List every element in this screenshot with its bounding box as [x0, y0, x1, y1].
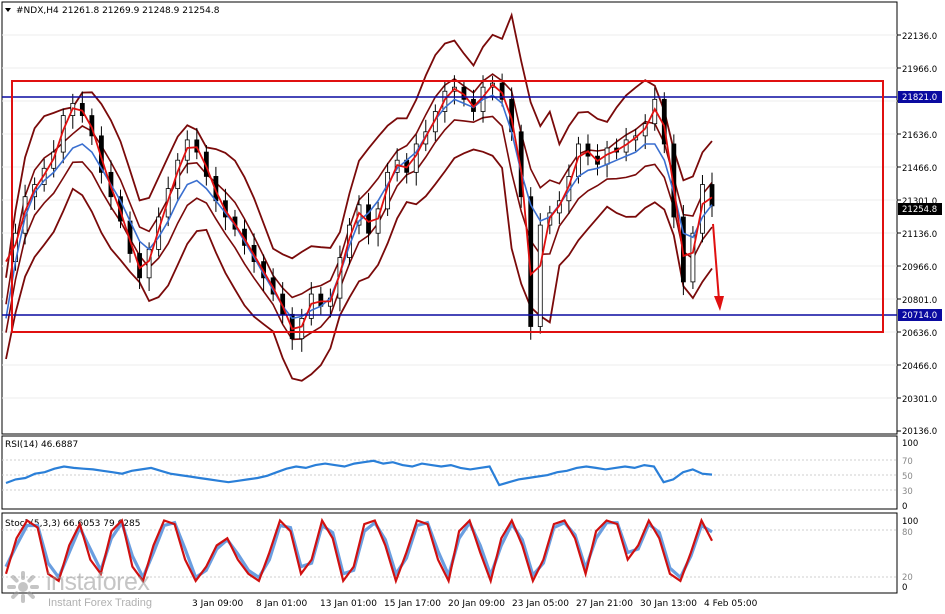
price-tick: 22136.0	[902, 32, 937, 42]
time-axis: 3 Jan 09:00 8 Jan 01:00 13 Jan 01:00 15 …	[192, 599, 758, 609]
rsi-title: RSI(14) 46.6887	[5, 440, 78, 450]
ohlc-label: 21261.8 21269.9 21248.9 21254.8	[62, 6, 220, 16]
rsi-tick: 50	[902, 472, 913, 482]
resistance-level-label: 21821.0	[898, 91, 942, 103]
rsi-tick: 0	[902, 502, 907, 512]
instaforex-logo-icon	[7, 571, 39, 603]
watermark-tagline: Instant Forex Trading	[48, 597, 152, 609]
instaforex-watermark: instaforex Instant Forex Trading	[6, 568, 186, 612]
chart-stage: #NDX,H4 21261.8 21269.9 21248.9 21254.8 …	[1, 1, 942, 609]
candle-body	[709, 184, 715, 207]
time-tick: 15 Jan 17:00	[384, 599, 441, 609]
price-tick: 20966.0	[902, 263, 937, 273]
price-tick: 21636.0	[902, 131, 937, 141]
rsi-tick: 100	[902, 439, 918, 449]
price-tick: 21136.0	[902, 230, 937, 240]
rsi-tick: 30	[902, 487, 913, 497]
stoch-axis: 100 80 20 0	[902, 517, 918, 593]
svg-text:21821.0: 21821.0	[902, 93, 937, 103]
time-tick: 3 Jan 09:00	[192, 599, 244, 609]
price-tick: 20801.0	[902, 296, 937, 306]
time-tick: 4 Feb 05:00	[704, 599, 758, 609]
stoch-tick: 20	[902, 573, 913, 583]
candle-body	[366, 204, 371, 234]
time-tick: 23 Jan 05:00	[512, 599, 569, 609]
current-price-label: 21254.8	[898, 203, 942, 215]
price-tick: 20636.0	[902, 329, 937, 339]
time-tick: 27 Jan 21:00	[576, 599, 633, 609]
svg-text:20714.0: 20714.0	[902, 311, 937, 321]
rsi-tick: 70	[902, 457, 913, 467]
symbol-label: #NDX,H4	[16, 6, 59, 16]
price-tick: 20136.0	[902, 427, 937, 437]
rsi-panel[interactable]	[1, 435, 898, 510]
price-tick: 21966.0	[902, 65, 937, 75]
time-tick: 13 Jan 01:00	[320, 599, 377, 609]
price-tick: 20466.0	[902, 362, 937, 372]
price-tick: 20301.0	[902, 395, 937, 405]
time-tick: 8 Jan 01:00	[256, 599, 308, 609]
watermark-name: instaforex	[46, 568, 150, 596]
support-level-label: 20714.0	[898, 309, 942, 321]
stoch-tick: 80	[902, 528, 913, 538]
candle-body	[537, 224, 543, 327]
candle-body	[585, 143, 591, 157]
chart-header: #NDX,H4 21261.8 21269.9 21248.9 21254.8	[5, 6, 220, 16]
stoch-tick: 0	[902, 583, 907, 593]
time-tick: 20 Jan 09:00	[448, 599, 505, 609]
price-tick: 21466.0	[902, 164, 937, 174]
rsi-axis: 100 70 50 30 0	[902, 439, 918, 512]
svg-text:21254.8: 21254.8	[902, 205, 937, 215]
time-tick: 30 Jan 13:00	[640, 599, 697, 609]
stoch-tick: 100	[902, 517, 918, 527]
candle-body	[690, 232, 696, 283]
